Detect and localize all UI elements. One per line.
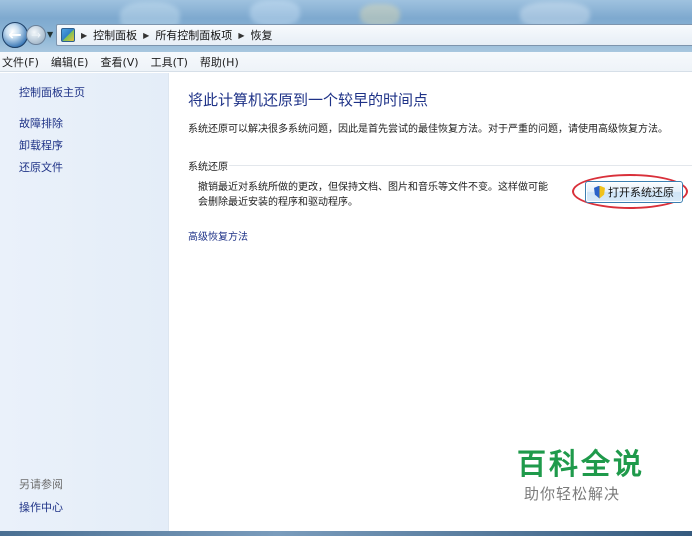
menu-edit[interactable]: 编辑(E) — [45, 54, 95, 70]
sidebar-item-uninstall[interactable]: 卸载程序 — [19, 137, 63, 153]
menu-bar: 文件(F) 编辑(E) 查看(V) 工具(T) 帮助(H) — [0, 52, 692, 72]
chevron-right-icon[interactable]: ▶ — [81, 31, 87, 40]
section-description-line: 撤销最近对系统所做的更改，但保持文档、图片和音乐等文件不变。这样做可能 — [198, 182, 548, 193]
main-content: 将此计算机还原到一个较早的时间点 系统还原可以解决很多系统问题，因此是首先尝试的… — [169, 73, 692, 531]
see-also-heading: 另请参阅 — [19, 478, 63, 491]
section-title-system-restore: 系统还原 — [188, 162, 228, 173]
page-title: 将此计算机还原到一个较早的时间点 — [188, 91, 429, 109]
breadcrumb-control-panel[interactable]: 控制面板 — [93, 27, 137, 43]
sidebar-item-troubleshooting[interactable]: 故障排除 — [19, 115, 63, 131]
window-titlebar: ← → ▼ ▶ 控制面板 ▶ 所有控制面板项 ▶ 恢复 — [0, 0, 692, 52]
sidebar-item-home[interactable]: 控制面板主页 — [19, 84, 85, 100]
aero-background — [360, 4, 400, 26]
left-pane: 控制面板主页 故障排除 卸载程序 还原文件 另请参阅 操作中心 — [0, 73, 169, 531]
sidebar-item-action-center[interactable]: 操作中心 — [19, 499, 63, 515]
watermark-subtitle: 助你轻松解决 — [524, 485, 621, 503]
menu-tools[interactable]: 工具(T) — [145, 54, 194, 70]
aero-background — [250, 0, 300, 26]
uac-shield-icon — [594, 185, 605, 199]
chevron-right-icon[interactable]: ▶ — [143, 31, 149, 40]
menu-help[interactable]: 帮助(H) — [194, 54, 245, 70]
section-description: 撤销最近对系统所做的更改，但保持文档、图片和音乐等文件不变。这样做可能 会删除最… — [198, 180, 578, 210]
forward-button[interactable]: → — [26, 25, 46, 45]
breadcrumb-all-items[interactable]: 所有控制面板项 — [155, 27, 232, 43]
watermark-title: 百科全说 — [517, 447, 646, 481]
section-description-line: 会删除最近安装的程序和驱动程序。 — [198, 197, 358, 208]
back-button[interactable]: ← — [2, 22, 28, 48]
advanced-recovery-link[interactable]: 高级恢复方法 — [188, 228, 248, 243]
breadcrumb-recovery[interactable]: 恢复 — [250, 27, 272, 43]
menu-file[interactable]: 文件(F) — [0, 54, 45, 70]
menu-view[interactable]: 查看(V) — [94, 54, 144, 70]
open-system-restore-label: 打开系统还原 — [608, 186, 674, 199]
sidebar-item-restore-files[interactable]: 还原文件 — [19, 159, 63, 175]
chevron-right-icon[interactable]: ▶ — [238, 31, 244, 40]
section-divider — [229, 165, 692, 166]
taskbar-edge — [0, 531, 692, 536]
address-bar[interactable]: ▶ 控制面板 ▶ 所有控制面板项 ▶ 恢复 — [56, 24, 692, 46]
recent-pages-dropdown[interactable]: ▼ — [47, 30, 53, 39]
open-system-restore-button[interactable]: 打开系统还原 — [585, 181, 683, 203]
control-panel-icon — [61, 28, 75, 42]
arrow-right-icon: → — [30, 28, 42, 42]
page-description: 系统还原可以解决很多系统问题，因此是首先尝试的最佳恢复方法。对于严重的问题，请使… — [188, 124, 668, 135]
arrow-left-icon: ← — [8, 25, 22, 44]
